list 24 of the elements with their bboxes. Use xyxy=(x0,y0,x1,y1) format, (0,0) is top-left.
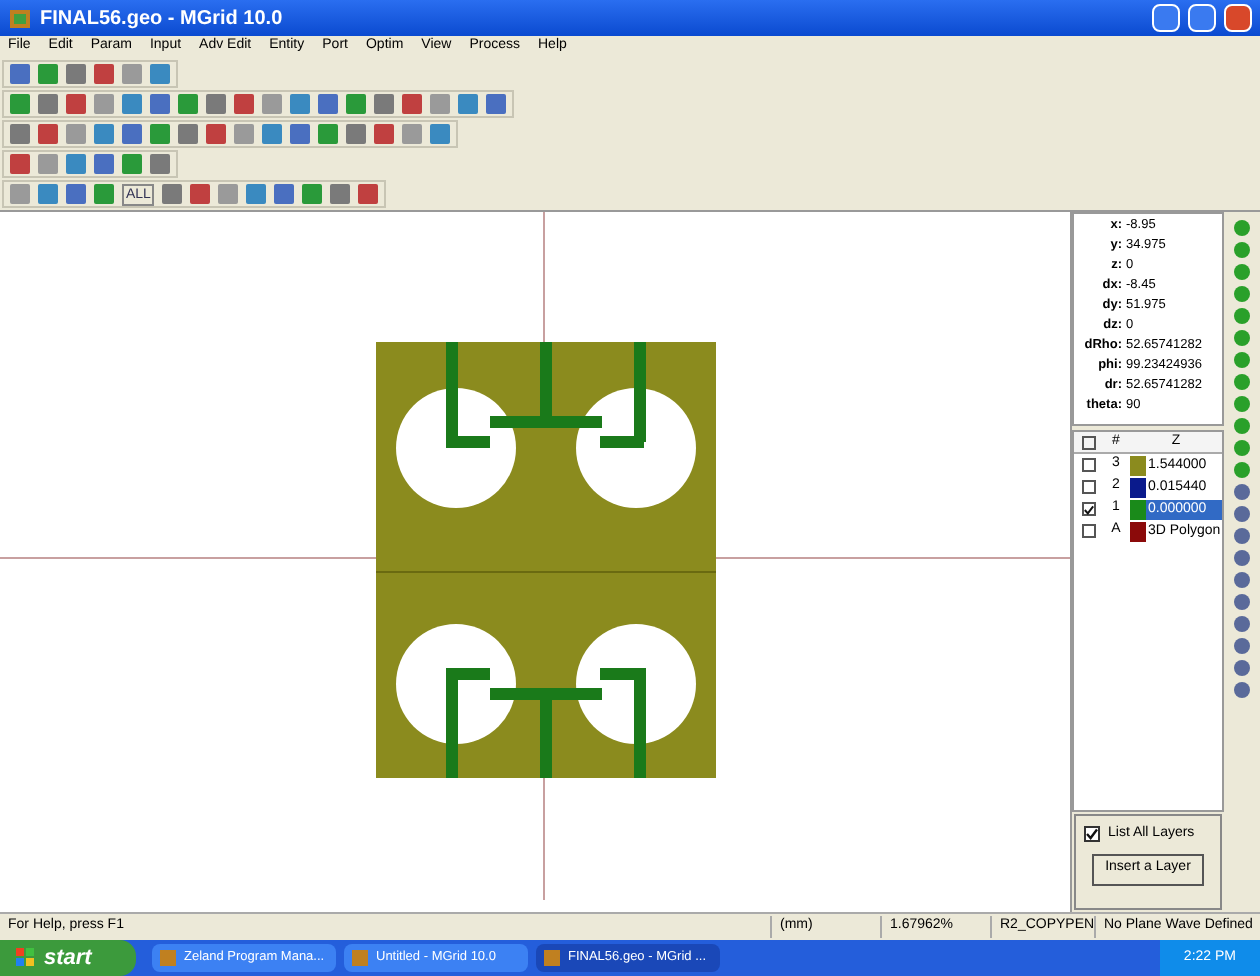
close-button[interactable] xyxy=(1224,4,1252,32)
windows-logo-icon xyxy=(16,948,36,968)
header-checkbox[interactable] xyxy=(1081,435,1095,449)
toolbar-icon[interactable] xyxy=(358,184,379,204)
toolbar-icon[interactable] xyxy=(218,184,239,204)
checkbox[interactable] xyxy=(1081,480,1095,494)
start-button[interactable]: start xyxy=(0,940,136,976)
app-icon xyxy=(8,6,32,30)
app-icon xyxy=(544,950,560,966)
toolbar-icon[interactable] xyxy=(330,184,351,204)
checkbox[interactable] xyxy=(1081,502,1095,516)
maximize-button[interactable] xyxy=(1188,4,1216,32)
app-icon xyxy=(160,950,176,966)
toolbar-icon[interactable] xyxy=(246,184,267,204)
checkbox[interactable] xyxy=(1081,524,1095,538)
toolbar-icon[interactable] xyxy=(162,184,183,204)
toolbar-icon[interactable] xyxy=(274,184,295,204)
toolbar-icon[interactable] xyxy=(190,184,211,204)
checkbox[interactable] xyxy=(1081,458,1095,472)
toolbar-icon[interactable] xyxy=(302,184,323,204)
window-title: FINAL56.geo - MGrid 10.0 xyxy=(40,5,285,33)
minimize-button[interactable] xyxy=(1152,4,1180,32)
app-icon xyxy=(352,950,368,966)
checkbox[interactable] xyxy=(1084,826,1100,843)
